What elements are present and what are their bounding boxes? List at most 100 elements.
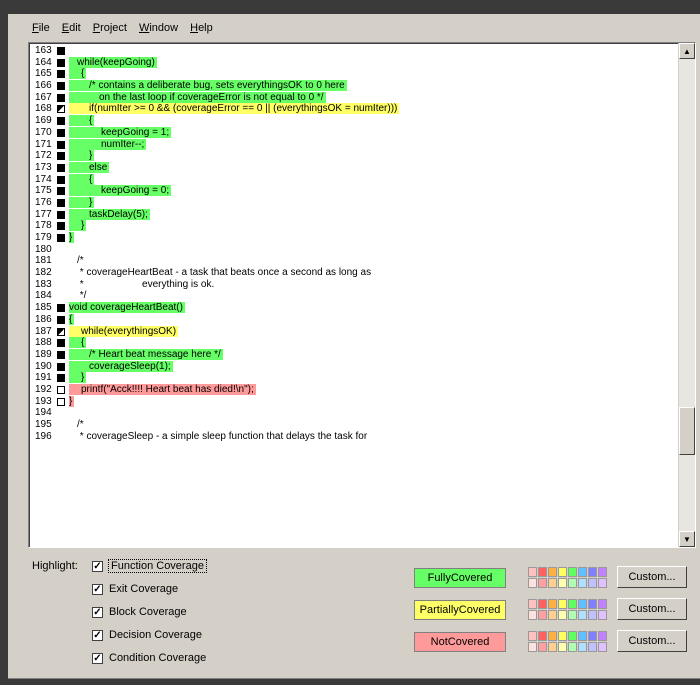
code-line: 164 while(keepGoing)	[31, 56, 676, 69]
color-swatch[interactable]	[538, 599, 547, 609]
color-swatch[interactable]	[538, 631, 547, 641]
code-text: * everything is ok.	[77, 278, 215, 290]
color-swatch[interactable]	[588, 599, 597, 609]
color-swatch[interactable]	[558, 599, 567, 609]
line-number: 196	[35, 430, 52, 442]
menu-project[interactable]: Project	[87, 20, 133, 38]
color-palette[interactable]	[528, 599, 607, 621]
scroll-up-button[interactable]: ▲	[679, 43, 695, 59]
checkbox-box[interactable]: ✓	[92, 652, 103, 664]
color-swatch[interactable]	[548, 578, 557, 588]
custom-color-button[interactable]: Custom...	[617, 630, 687, 652]
color-swatch[interactable]	[578, 610, 587, 620]
color-swatch[interactable]	[598, 610, 607, 620]
color-swatch[interactable]	[568, 642, 577, 652]
color-swatch[interactable]	[568, 599, 577, 609]
menu-window[interactable]: Window	[133, 20, 184, 38]
code-line: 181 /*	[31, 255, 676, 267]
coverage-marker-full	[57, 175, 65, 184]
custom-color-button[interactable]: Custom...	[617, 566, 687, 588]
color-swatch[interactable]	[548, 631, 557, 641]
color-swatch[interactable]	[558, 631, 567, 641]
coverage-marker-full	[57, 234, 65, 242]
checkbox-box[interactable]: ✓	[92, 629, 103, 641]
color-swatch[interactable]	[558, 578, 567, 588]
checkbox-box[interactable]: ✓	[92, 560, 103, 572]
scroll-thumb[interactable]	[679, 407, 695, 455]
color-swatch[interactable]	[538, 610, 547, 620]
coverage-marker-full	[57, 93, 65, 102]
color-swatch[interactable]	[578, 567, 587, 577]
color-swatch[interactable]	[528, 578, 537, 588]
color-swatch[interactable]	[538, 567, 547, 577]
color-swatch[interactable]	[578, 631, 587, 641]
vertical-scrollbar[interactable]: ▲ ▼	[678, 43, 695, 547]
coverage-marker-full	[57, 152, 65, 161]
code-line: 167 on the last loop if coverageError is …	[31, 91, 676, 104]
checkbox-decision-coverage[interactable]: ✓ Decision Coverage	[92, 629, 202, 641]
coverage-marker-full	[57, 117, 65, 126]
color-swatch[interactable]	[528, 631, 537, 641]
color-swatch[interactable]	[528, 610, 537, 620]
checkbox-block-coverage[interactable]: ✓ Block Coverage	[92, 606, 187, 618]
coverage-marker-partial	[57, 327, 65, 336]
line-number: 191	[35, 372, 52, 384]
line-number: 165	[35, 68, 52, 80]
color-swatch[interactable]	[558, 610, 567, 620]
coverage-highlight: while(keepGoing)	[69, 56, 157, 68]
color-swatch[interactable]	[568, 631, 577, 641]
color-swatch[interactable]	[528, 642, 537, 652]
code-text: * coverageHeartBeat - a task that beats …	[77, 267, 372, 279]
color-swatch[interactable]	[588, 631, 597, 641]
color-swatch[interactable]	[568, 567, 577, 577]
color-swatch[interactable]	[598, 578, 607, 588]
checkbox-exit-coverage[interactable]: ✓ Exit Coverage	[92, 583, 178, 595]
line-number: 171	[35, 138, 52, 150]
color-swatch[interactable]	[548, 610, 557, 620]
checkbox-box[interactable]: ✓	[92, 583, 103, 595]
color-palette[interactable]	[528, 567, 607, 589]
line-number: 185	[35, 302, 52, 314]
color-swatch[interactable]	[578, 599, 587, 609]
code-editor[interactable]: 163 164 while(keepGoing) 165 {166 /* contains…	[28, 42, 696, 548]
code-text: */	[77, 290, 87, 302]
color-swatch[interactable]	[598, 642, 607, 652]
checkbox-condition-coverage[interactable]: ✓ Condition Coverage	[92, 652, 206, 664]
color-swatch[interactable]	[588, 578, 597, 588]
highlight-panel: Highlight: ✓ Function Coverage ✓ Exit Cover…	[22, 554, 694, 672]
color-swatch[interactable]	[538, 642, 547, 652]
scroll-down-button[interactable]: ▼	[679, 531, 695, 547]
color-swatch[interactable]	[588, 610, 597, 620]
color-swatch[interactable]	[568, 578, 577, 588]
color-swatch[interactable]	[528, 599, 537, 609]
color-swatch[interactable]	[568, 610, 577, 620]
code-line: 187 while(everythingsOK)	[31, 325, 676, 338]
color-swatch[interactable]	[558, 567, 567, 577]
menu-edit[interactable]: Edit	[56, 20, 87, 38]
code-text: }	[69, 372, 87, 384]
line-number: 182	[35, 267, 52, 279]
color-palette[interactable]	[528, 631, 607, 653]
line-number: 188	[35, 337, 52, 349]
coverage-marker-none	[57, 397, 65, 406]
color-swatch[interactable]	[598, 599, 607, 609]
color-swatch[interactable]	[558, 642, 567, 652]
color-swatch[interactable]	[578, 642, 587, 652]
color-swatch[interactable]	[588, 567, 597, 577]
checkbox-box[interactable]: ✓	[92, 606, 103, 618]
color-swatch[interactable]	[588, 642, 597, 652]
checkbox-function-coverage[interactable]: ✓ Function Coverage	[92, 559, 207, 573]
color-swatch[interactable]	[548, 642, 557, 652]
color-swatch[interactable]	[538, 578, 547, 588]
menu-help[interactable]: Help	[184, 20, 219, 38]
menu-file[interactable]: File	[26, 20, 56, 38]
coverage-marker-full	[57, 198, 65, 207]
color-swatch[interactable]	[598, 631, 607, 641]
custom-color-button[interactable]: Custom...	[617, 598, 687, 620]
color-swatch[interactable]	[548, 599, 557, 609]
color-swatch[interactable]	[548, 567, 557, 577]
color-swatch[interactable]	[578, 578, 587, 588]
color-swatch[interactable]	[598, 567, 607, 577]
line-number: 166	[35, 80, 52, 92]
color-swatch[interactable]	[528, 567, 537, 577]
